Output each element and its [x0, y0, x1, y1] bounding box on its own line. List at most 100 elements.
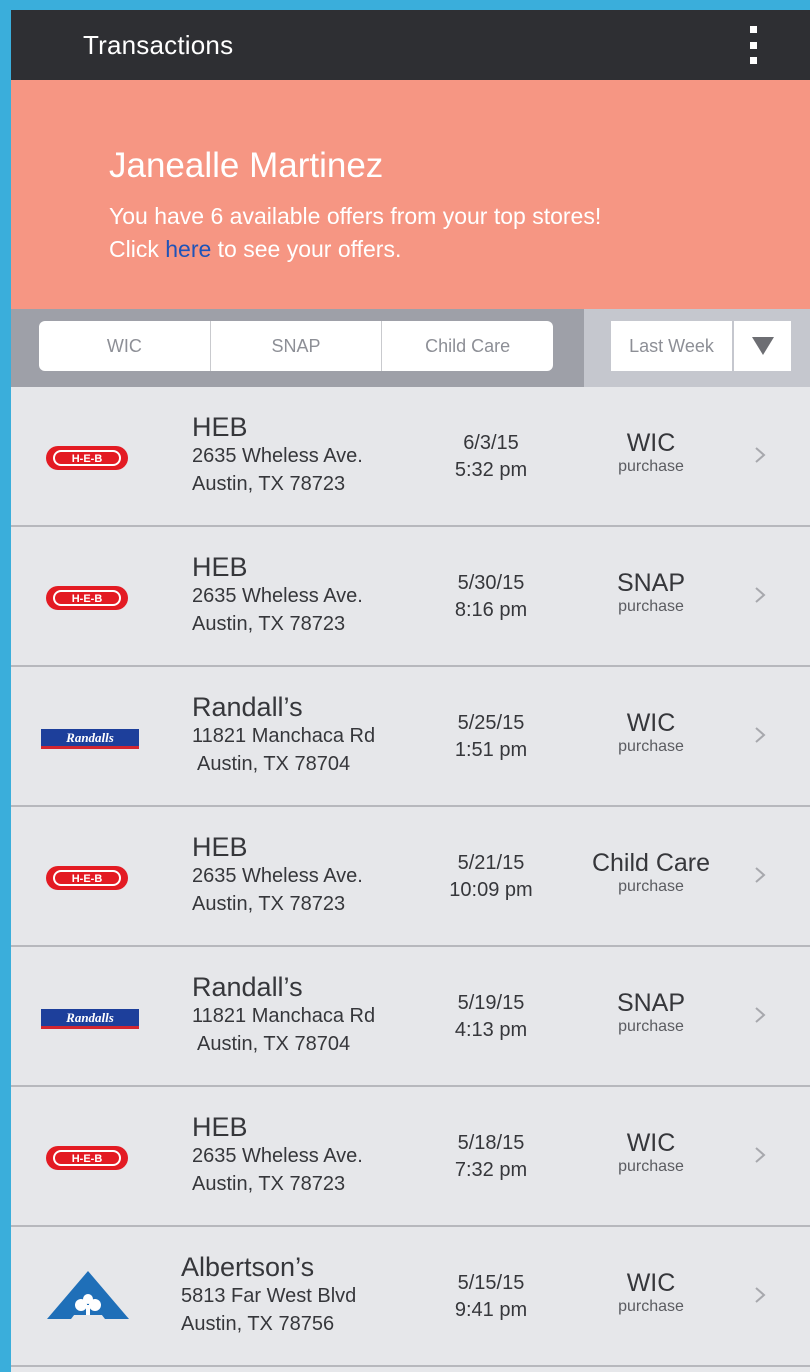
transaction-row[interactable]: H-E-B HEB 2635 Wheless Ave. Austin, TX 7…: [11, 1087, 810, 1227]
program-type: WIC: [626, 1269, 676, 1297]
transaction-type: SNAP purchase: [571, 989, 731, 1037]
chevron-right-icon[interactable]: [753, 445, 767, 465]
store-info: Albertson’s 5813 Far West Blvd Austin, T…: [181, 1252, 356, 1338]
svg-text:H-E-B: H-E-B: [72, 593, 103, 605]
chevron-right-icon[interactable]: [753, 1005, 767, 1025]
transaction-type: WIC purchase: [571, 1269, 731, 1317]
filter-child-care-tab[interactable]: Child Care: [381, 321, 553, 371]
chevron-right-icon[interactable]: [753, 725, 767, 745]
transaction-date: 5/15/15: [457, 1272, 525, 1294]
store-logo: H-E-B: [45, 865, 129, 891]
transaction-row[interactable]: H-E-B HEB 2635 Wheless Ave. Austin, TX 7…: [11, 527, 810, 667]
more-vert-icon[interactable]: [748, 26, 758, 64]
transaction-kind: purchase: [618, 1158, 684, 1175]
transaction-time: 5:32 pm: [454, 459, 528, 481]
heb-logo-icon: H-E-B: [46, 586, 128, 610]
transaction-kind: purchase: [618, 458, 684, 475]
randalls-logo-icon: Randalls: [41, 1009, 139, 1029]
store-info: Randall’s 11821 Manchaca Rd Austin, TX 7…: [192, 692, 375, 778]
store-address-line1: 2635 Wheless Ave.: [192, 1145, 363, 1167]
transaction-date: 5/25/15: [457, 712, 525, 734]
svg-text:Randalls: Randalls: [65, 1010, 114, 1025]
transaction-datetime: 5/15/15 9:41 pm: [421, 1270, 561, 1324]
transaction-date: 5/30/15: [457, 572, 525, 594]
svg-text:H-E-B: H-E-B: [72, 453, 103, 465]
store-name: HEB: [192, 832, 248, 862]
chevron-right-icon[interactable]: [753, 1145, 767, 1165]
filter-snap-tab[interactable]: SNAP: [209, 321, 382, 371]
store-info: HEB 2635 Wheless Ave. Austin, TX 78723: [192, 1112, 363, 1198]
chevron-right-icon[interactable]: [753, 585, 767, 605]
transaction-kind: purchase: [618, 738, 684, 755]
heb-logo-icon: H-E-B: [46, 446, 128, 470]
program-type: WIC: [626, 1129, 676, 1157]
transaction-date: 5/19/15: [457, 992, 525, 1014]
store-info: Randall’s 11821 Manchaca Rd Austin, TX 7…: [192, 972, 375, 1058]
store-info: HEB 2635 Wheless Ave. Austin, TX 78723: [192, 552, 363, 638]
store-address-line2: Austin, TX 78723: [192, 613, 346, 635]
dropdown-triangle-icon[interactable]: [734, 321, 791, 371]
transaction-type: Child Care purchase: [571, 849, 731, 897]
program-type: WIC: [626, 429, 676, 457]
transaction-row[interactable]: Albertson’s 5813 Far West Blvd Austin, T…: [11, 1227, 810, 1367]
store-logo: H-E-B: [45, 1145, 129, 1171]
transaction-kind: purchase: [618, 1018, 684, 1035]
transaction-row[interactable]: Randalls Randall’s 11821 Manchaca Rd Aus…: [11, 947, 810, 1087]
transaction-kind: purchase: [618, 878, 684, 895]
transaction-time: 8:16 pm: [454, 599, 528, 621]
transaction-time: 9:41 pm: [454, 1299, 528, 1321]
store-address-line1: 2635 Wheless Ave.: [192, 865, 363, 887]
period-filter-area: Last Week: [584, 309, 810, 387]
store-address-line1: 11821 Manchaca Rd: [192, 725, 376, 747]
period-dropdown[interactable]: Last Week: [611, 321, 791, 371]
chevron-right-icon[interactable]: [753, 1285, 767, 1305]
app-frame: Transactions Janealle Martinez You have …: [11, 10, 810, 1372]
store-logo: Randalls: [40, 727, 140, 751]
store-name: Albertson’s: [181, 1252, 315, 1282]
transaction-time: 7:32 pm: [454, 1159, 528, 1181]
store-info: HEB 2635 Wheless Ave. Austin, TX 78723: [192, 832, 363, 918]
transaction-date: 6/3/15: [463, 432, 519, 454]
filter-wic-tab[interactable]: WIC: [39, 321, 210, 371]
transaction-row[interactable]: Randalls Randall’s 11821 Manchaca Rd Aus…: [11, 667, 810, 807]
transaction-row[interactable]: H-E-B HEB 2635 Wheless Ave. Austin, TX 7…: [11, 387, 810, 527]
transaction-row[interactable]: H-E-B HEB 2635 Wheless Ave. Austin, TX 7…: [11, 807, 810, 947]
store-address-line2: Austin, TX 78723: [192, 1173, 346, 1195]
chevron-right-icon[interactable]: [753, 865, 767, 885]
store-name: HEB: [192, 1112, 248, 1142]
store-logo: H-E-B: [45, 585, 129, 611]
svg-text:H-E-B: H-E-B: [72, 1153, 103, 1165]
store-name: Randall’s: [192, 692, 303, 722]
store-address-line2: Austin, TX 78723: [192, 893, 346, 915]
offers-link-prefix: Click: [109, 236, 166, 262]
period-value: Last Week: [611, 321, 734, 371]
store-address-line1: 2635 Wheless Ave.: [192, 585, 363, 607]
store-logo: Randalls: [40, 1007, 140, 1031]
app-bar: Transactions: [11, 10, 810, 80]
filter-bar: WIC SNAP Child Care Last Week: [11, 309, 810, 387]
transaction-datetime: 5/19/15 4:13 pm: [421, 990, 561, 1044]
offers-message: You have 6 available offers from your to…: [109, 203, 602, 229]
store-info: HEB 2635 Wheless Ave. Austin, TX 78723: [192, 412, 363, 498]
user-name: Janealle Martinez: [109, 146, 384, 185]
store-name: HEB: [192, 412, 248, 442]
transaction-time: 10:09 pm: [449, 879, 533, 901]
transaction-datetime: 6/3/15 5:32 pm: [421, 430, 561, 484]
offers-link-line: Click here to see your offers.: [109, 236, 401, 263]
transaction-datetime: 5/18/15 7:32 pm: [421, 1130, 561, 1184]
transaction-kind: purchase: [618, 598, 684, 615]
store-address-line1: 11821 Manchaca Rd: [192, 1005, 376, 1027]
page-title: Transactions: [83, 30, 234, 60]
transaction-datetime: 5/21/15 10:09 pm: [421, 850, 561, 904]
store-logo: H-E-B: [45, 445, 129, 471]
transaction-kind: purchase: [618, 1298, 684, 1315]
transaction-list: H-E-B HEB 2635 Wheless Ave. Austin, TX 7…: [11, 387, 810, 1367]
store-name: HEB: [192, 552, 248, 582]
offers-link-suffix: to see your offers.: [211, 236, 402, 262]
store-logo: [45, 1269, 131, 1321]
store-address-line2: Austin, TX 78756: [181, 1313, 335, 1335]
transaction-datetime: 5/25/15 1:51 pm: [421, 710, 561, 764]
offers-link[interactable]: here: [165, 236, 211, 262]
transaction-type: SNAP purchase: [571, 569, 731, 617]
transaction-date: 5/18/15: [457, 1132, 525, 1154]
